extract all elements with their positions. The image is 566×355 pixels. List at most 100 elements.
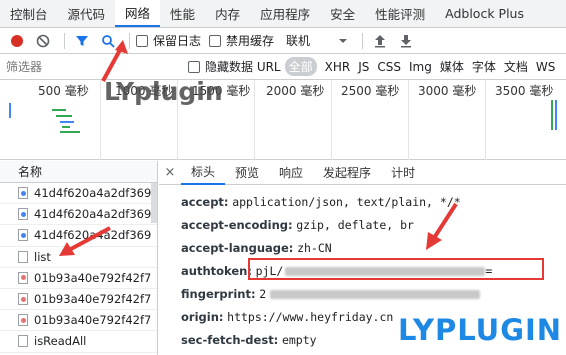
- preserve-log-label: 保留日志: [153, 34, 202, 48]
- clear-icon: [36, 34, 50, 47]
- download-icon: [401, 34, 412, 47]
- request-name: 01b93a40e792f42f7: [34, 270, 152, 285]
- media-icon: [18, 271, 28, 284]
- request-name: 41d4f620a4a2df369: [34, 186, 152, 201]
- filter-media[interactable]: 媒体: [440, 58, 464, 75]
- record-icon: [11, 34, 23, 47]
- tab-preview[interactable]: 预览: [225, 161, 269, 185]
- list-item[interactable]: isReadAll: [0, 331, 157, 353]
- script-icon: [18, 187, 28, 200]
- header-row: origin: https://www.heyfriday.cn: [181, 310, 393, 324]
- network-toolbar: 保留日志 禁用缓存 联机: [0, 28, 566, 54]
- timeline-overview[interactable]: 500 毫秒 1000 毫秒 1500 毫秒 2000 毫秒 2500 毫秒 3…: [0, 80, 566, 160]
- header-key: origin:: [181, 310, 224, 324]
- throttling-value: 联机: [286, 34, 311, 48]
- tab-sources[interactable]: 源代码: [58, 0, 116, 27]
- filter-css[interactable]: CSS: [377, 60, 401, 74]
- filter-button[interactable]: [71, 30, 93, 52]
- preserve-log-checkbox[interactable]: 保留日志: [136, 32, 201, 49]
- tab-response[interactable]: 响应: [269, 161, 313, 185]
- filter-input[interactable]: [6, 56, 178, 77]
- header-value: https://www.heyfriday.cn: [227, 310, 394, 324]
- request-name: isReadAll: [34, 334, 87, 349]
- file-icon: [18, 335, 28, 348]
- name-column-header[interactable]: 名称: [0, 161, 157, 183]
- redacted-value: [270, 290, 481, 299]
- import-har-button[interactable]: [369, 30, 391, 52]
- clear-button[interactable]: [32, 30, 54, 52]
- arrow-annotation-authtoken: [426, 202, 458, 250]
- header-row: fingerprint: 2: [181, 287, 481, 301]
- record-button[interactable]: [6, 30, 28, 52]
- highlight-box: [248, 258, 544, 280]
- script-icon: [18, 208, 28, 221]
- tab-console[interactable]: 控制台: [0, 0, 58, 27]
- request-name: 01b93a40e792f42f7: [34, 292, 152, 307]
- filter-js[interactable]: JS: [358, 60, 369, 74]
- export-har-button[interactable]: [395, 30, 417, 52]
- tab-memory[interactable]: 内存: [205, 0, 250, 27]
- header-key: sec-fetch-dest:: [181, 333, 279, 347]
- disable-cache-checkbox[interactable]: 禁用缓存: [209, 32, 274, 49]
- arrow-annotation-list: [59, 226, 111, 256]
- upload-icon: [375, 34, 386, 47]
- tab-initiator[interactable]: 发起程序: [313, 161, 381, 185]
- tab-timing[interactable]: 计时: [381, 161, 425, 185]
- tab-lighthouse[interactable]: 性能评测: [365, 0, 435, 27]
- media-icon: [18, 293, 28, 306]
- header-value: gzip, deflate, br: [296, 218, 414, 232]
- hide-data-urls-label: 隐藏数据 URL: [205, 60, 281, 74]
- filter-font[interactable]: 字体: [472, 58, 496, 75]
- header-key: accept-encoding:: [181, 218, 293, 232]
- header-row: accept-encoding: gzip, deflate, br: [181, 218, 414, 232]
- checkbox-box: [136, 34, 148, 47]
- filter-doc[interactable]: 文档: [504, 58, 528, 75]
- file-icon: [18, 250, 28, 263]
- filter-all-button[interactable]: 全部: [284, 57, 317, 76]
- header-key: accept:: [181, 195, 229, 209]
- tab-application[interactable]: 应用程序: [250, 0, 320, 27]
- request-name: list: [34, 249, 51, 264]
- header-key: authtoken:: [181, 264, 252, 278]
- tab-adblock-plus[interactable]: Adblock Plus: [435, 0, 534, 27]
- list-item[interactable]: 41d4f620a4a2df369: [0, 183, 157, 205]
- header-key: fingerprint:: [181, 287, 256, 301]
- list-item[interactable]: 01b93a40e792f42f7: [0, 289, 157, 311]
- disable-cache-label: 禁用缓存: [226, 34, 275, 48]
- arrow-annotation-search: [101, 40, 128, 82]
- list-item[interactable]: 01b93a40e792f42f7: [0, 310, 157, 332]
- filter-icon: [76, 35, 88, 46]
- tab-headers[interactable]: 标头: [181, 161, 226, 185]
- throttling-select[interactable]: 联机: [286, 32, 348, 49]
- tab-network[interactable]: 网络: [115, 0, 161, 27]
- chevron-down-icon: [339, 38, 348, 43]
- header-key: accept-language:: [181, 241, 294, 255]
- toolbar-divider: [362, 32, 364, 49]
- script-icon: [18, 229, 28, 242]
- watermark-logo-bottom: LYPLUGIN: [398, 313, 563, 347]
- close-icon[interactable]: ×: [159, 165, 181, 180]
- list-item[interactable]: 01b93a40e792f42f7: [0, 268, 157, 289]
- timeline-bars: [9, 100, 557, 133]
- scrollbar[interactable]: [151, 183, 157, 223]
- header-row: sec-fetch-dest: empty: [181, 333, 317, 347]
- tab-performance[interactable]: 性能: [160, 0, 205, 27]
- filter-img[interactable]: Img: [409, 60, 432, 74]
- toolbar-divider: [64, 32, 65, 49]
- request-name: 01b93a40e792f42f7: [34, 313, 152, 328]
- devtools-tab-bar: 控制台 源代码 网络 性能 内存 应用程序 安全 性能评测 Adblock Pl…: [0, 0, 566, 28]
- header-value: 2: [259, 287, 267, 301]
- filter-xhr[interactable]: XHR: [325, 60, 351, 74]
- media-icon: [18, 314, 28, 327]
- header-row: accept-language: zh-CN: [181, 241, 332, 255]
- header-value: empty: [281, 333, 317, 347]
- request-name: 41d4f620a4a2df369: [34, 207, 152, 222]
- checkbox-box: [188, 60, 200, 73]
- details-tab-bar: × 标头 预览 响应 发起程序 计时: [159, 161, 566, 185]
- checkbox-box: [209, 34, 222, 47]
- filter-ws[interactable]: WS: [536, 60, 555, 74]
- hide-data-urls-checkbox[interactable]: 隐藏数据 URL: [188, 58, 281, 75]
- header-value: zh-CN: [297, 241, 332, 255]
- tab-security[interactable]: 安全: [320, 0, 365, 27]
- filter-bar: 隐藏数据 URL 全部 XHR JS CSS Img 媒体 字体 文档 WS: [0, 54, 566, 80]
